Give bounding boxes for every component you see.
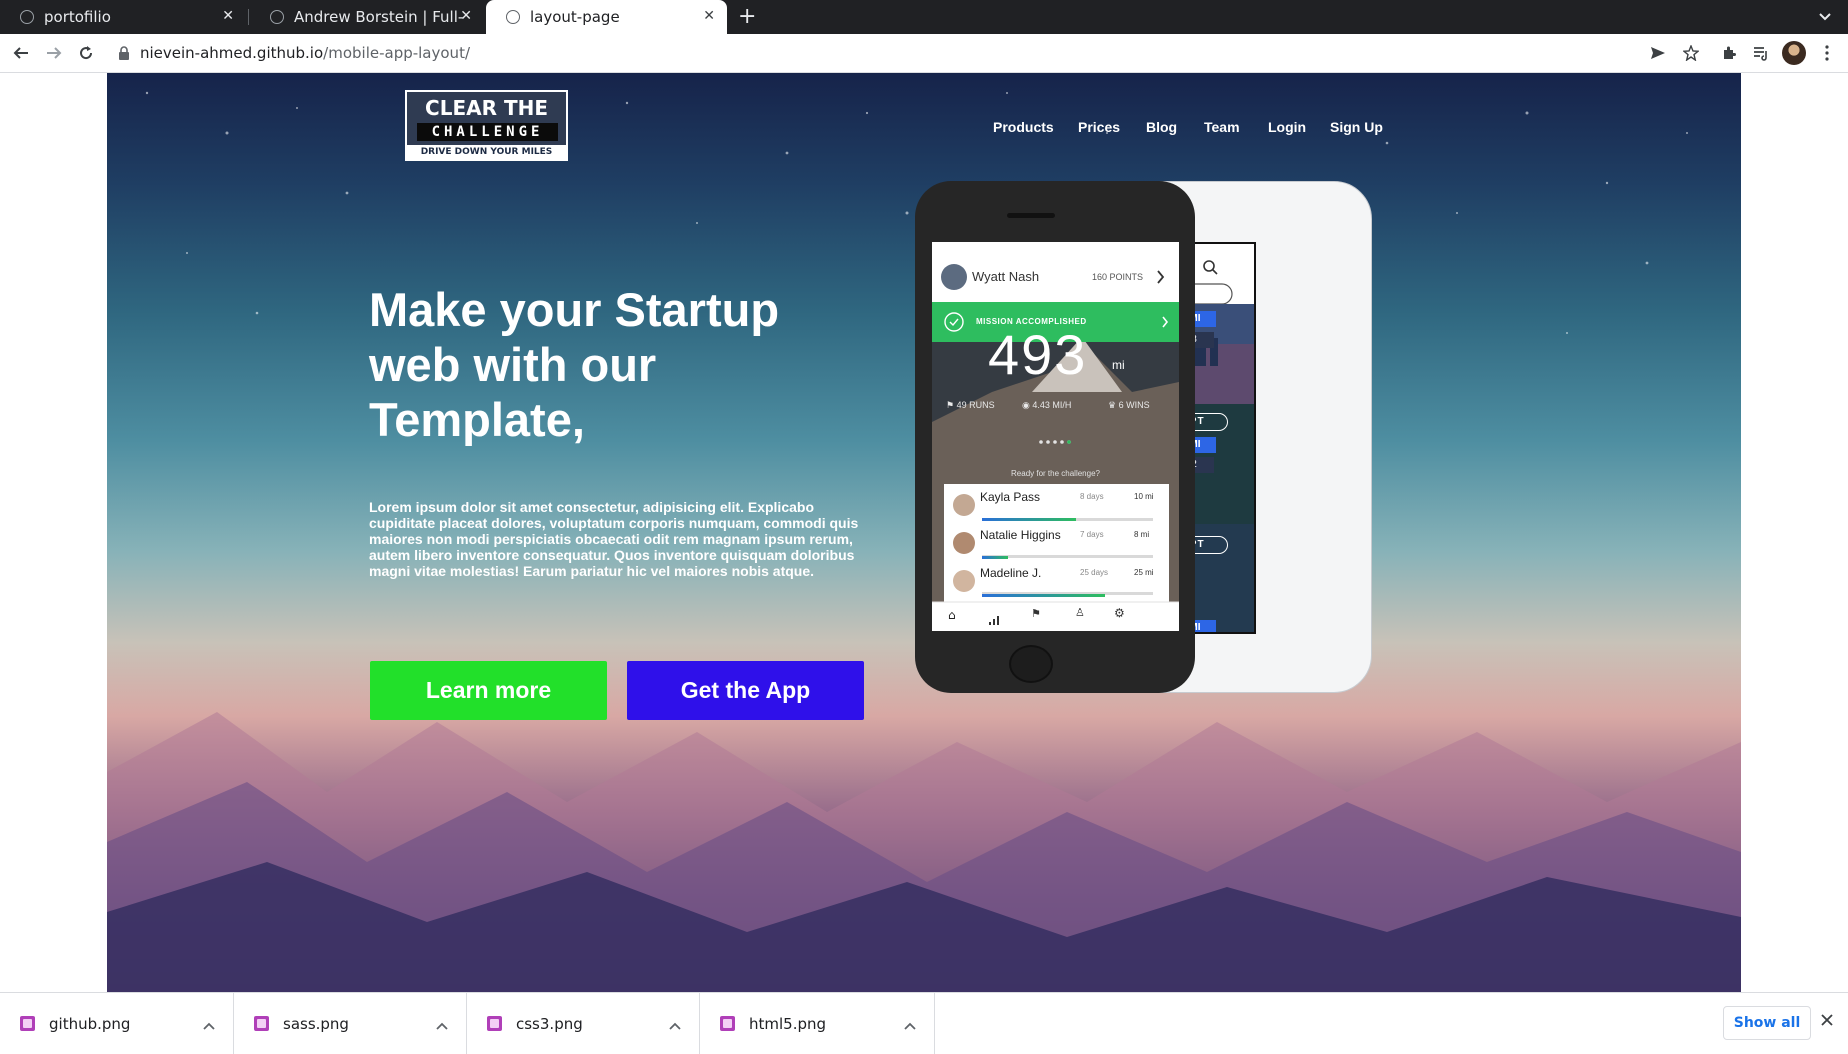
chevron-up-icon[interactable] <box>904 1015 916 1034</box>
leader-days: 25 days <box>1080 568 1109 577</box>
chevron-up-icon[interactable] <box>203 1015 215 1034</box>
media-queue-icon[interactable] <box>1750 42 1772 64</box>
image-file-icon <box>487 1016 502 1031</box>
image-file-icon <box>720 1016 735 1031</box>
download-item[interactable]: sass.png <box>234 993 467 1054</box>
globe-icon <box>506 10 520 24</box>
stat-speed: ◉ 4.43 MI/H <box>1022 400 1072 410</box>
download-filename: github.png <box>49 1014 131 1033</box>
download-filename: css3.png <box>516 1014 583 1033</box>
gear-icon[interactable]: ⚙ <box>1114 606 1125 620</box>
leader-name: Kayla Pass <box>980 490 1041 504</box>
speaker-grille <box>1007 213 1055 218</box>
url-domain: nievein-ahmed.github.io <box>140 44 324 62</box>
leaderboard-row[interactable]: Natalie Higgins 7 days 8 mi <box>944 522 1169 560</box>
home-icon[interactable]: ⌂ <box>948 608 956 622</box>
leader-progress-bar <box>982 518 1076 521</box>
site-logo[interactable]: CLEAR THE AIR CHALLENGE DRIVE DOWN YOUR … <box>405 90 568 161</box>
leader-name: Madeline J. <box>980 566 1042 580</box>
tab-search-icon[interactable] <box>1818 8 1832 27</box>
download-item[interactable]: github.png <box>0 993 234 1054</box>
stat-speed-value: 4.43 MI/H <box>1032 400 1072 410</box>
flag-icon[interactable]: ⚑ <box>1031 607 1041 620</box>
close-tab-icon[interactable]: ✕ <box>703 8 715 24</box>
leader-miles: 25 mi <box>1134 568 1154 577</box>
chevron-up-icon[interactable] <box>436 1015 448 1034</box>
new-tab-button[interactable]: + <box>738 4 756 30</box>
leader-days: 8 days <box>1080 492 1104 501</box>
nav-sign-up[interactable]: Sign Up <box>1330 119 1383 135</box>
leader-name: Natalie Higgins <box>980 528 1061 542</box>
stat-runs-value: 49 RUNS <box>956 400 995 410</box>
show-all-button[interactable]: Show all <box>1723 1006 1811 1040</box>
send-icon[interactable] <box>1647 42 1669 64</box>
tab-title: portofilio <box>44 8 111 26</box>
close-tab-icon[interactable]: ✕ <box>460 8 472 24</box>
tab-separator <box>248 9 249 25</box>
more-menu-icon[interactable] <box>1816 42 1838 64</box>
logo-line-2: CHALLENGE <box>417 123 558 141</box>
challenge-prompt: Ready for the challenge? <box>1011 469 1100 478</box>
distance-value: 493 <box>988 323 1088 386</box>
reload-icon[interactable] <box>75 42 97 64</box>
download-filename: sass.png <box>283 1014 349 1033</box>
stat-wins-value: 6 WINS <box>1118 400 1150 410</box>
tab-bar: portofilio ✕ Andrew Borstein | Full-Sta … <box>0 0 1848 34</box>
image-file-icon <box>254 1016 269 1031</box>
nav-team[interactable]: Team <box>1204 119 1240 135</box>
address-bar[interactable]: nievein-ahmed.github.io/mobile-app-layou… <box>118 44 470 62</box>
close-tab-icon[interactable]: ✕ <box>222 8 234 24</box>
downloads-bar: github.png sass.png css3.png html5.png S… <box>0 992 1848 1054</box>
download-item[interactable]: html5.png <box>700 993 935 1054</box>
globe-icon <box>20 10 34 24</box>
leaderboard-row[interactable]: Kayla Pass 8 days 10 mi <box>944 484 1169 522</box>
phone-front-screen: Wyatt Nash 160 POINTS MISSION ACCOMPLISH… <box>932 242 1179 631</box>
nav-products[interactable]: Products <box>993 119 1054 135</box>
lock-icon <box>118 46 130 60</box>
leader-miles: 8 mi <box>1134 530 1150 539</box>
logo-tagline: DRIVE DOWN YOUR MILES <box>407 145 566 159</box>
url-path: /mobile-app-layout/ <box>323 44 470 62</box>
tab-title: layout-page <box>530 8 620 26</box>
image-file-icon <box>20 1016 35 1031</box>
low-poly-mountains <box>107 712 1741 992</box>
leader-miles: 10 mi <box>1134 492 1154 501</box>
download-filename: html5.png <box>749 1014 827 1033</box>
stats-icon[interactable] <box>989 610 999 629</box>
nav-prices[interactable]: Prices <box>1078 119 1120 135</box>
back-icon[interactable] <box>10 42 32 64</box>
extensions-icon[interactable] <box>1718 42 1740 64</box>
profile-avatar[interactable] <box>1782 41 1806 65</box>
get-the-app-button[interactable]: Get the App <box>627 661 864 720</box>
download-item[interactable]: css3.png <box>467 993 700 1054</box>
hero-title: Make your Startup web with our Template, <box>369 283 780 446</box>
tab-andrew-borstein[interactable]: Andrew Borstein | Full-Sta ✕ <box>250 0 484 34</box>
user-name: Wyatt Nash <box>972 269 1040 284</box>
leaderboard-row[interactable]: Madeline J. 25 days 25 mi <box>944 560 1169 598</box>
close-icon[interactable] <box>1820 1012 1834 1031</box>
tab-layout-page[interactable]: layout-page ✕ <box>486 0 727 34</box>
landing-page: CLEAR THE AIR CHALLENGE DRIVE DOWN YOUR … <box>107 73 1741 992</box>
stat-wins: ♛ 6 WINS <box>1108 400 1150 410</box>
run-icon[interactable]: ♙ <box>1075 606 1085 619</box>
leader-days: 7 days <box>1080 530 1104 539</box>
learn-more-button[interactable]: Learn more <box>370 661 607 720</box>
leader-progress-bar <box>982 594 1105 597</box>
browser-toolbar: nievein-ahmed.github.io/mobile-app-layou… <box>0 34 1848 73</box>
bookmark-star-icon[interactable] <box>1680 42 1702 64</box>
tab-portofilio[interactable]: portofilio ✕ <box>0 0 246 34</box>
forward-icon[interactable] <box>43 42 65 64</box>
nav-blog[interactable]: Blog <box>1146 119 1177 135</box>
chevron-up-icon[interactable] <box>669 1015 681 1034</box>
stat-runs: ⚑ 49 RUNS <box>946 400 995 410</box>
leader-progress-bar <box>982 556 1008 559</box>
user-points: 160 POINTS <box>1092 272 1144 282</box>
hero-description: Lorem ipsum dolor sit amet consectetur, … <box>369 499 859 579</box>
distance-unit: mi <box>1112 358 1125 372</box>
nav-login[interactable]: Login <box>1268 119 1306 135</box>
tab-title: Andrew Borstein | Full-Sta <box>294 8 464 26</box>
home-button <box>1009 645 1053 683</box>
site-icon <box>270 10 284 24</box>
